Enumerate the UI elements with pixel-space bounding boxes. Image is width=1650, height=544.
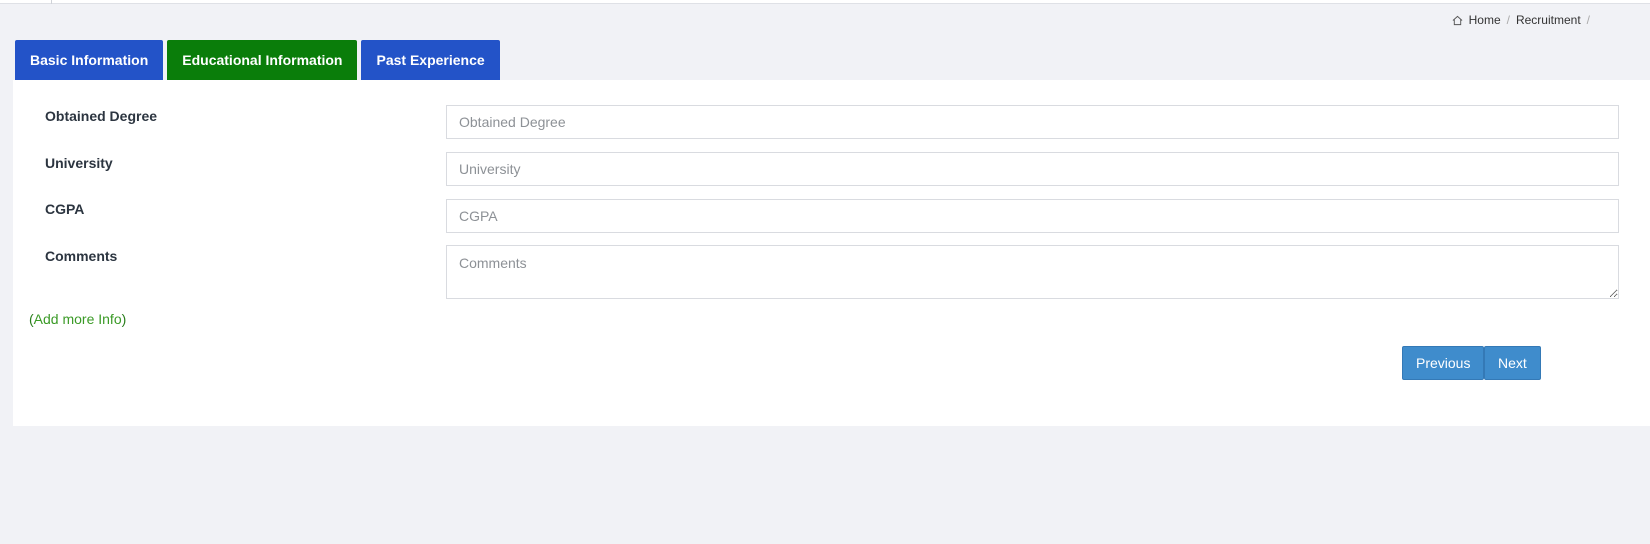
breadcrumb-separator: / [1506,13,1510,27]
university-input[interactable] [446,152,1619,186]
obtained-degree-input[interactable] [446,105,1619,139]
add-more-info-link[interactable]: Add more Info [34,311,122,327]
breadcrumb-home[interactable]: Home [1469,13,1501,27]
breadcrumb: Home / Recruitment / [1452,13,1590,27]
educational-information-panel: Obtained Degree University CGPA Comments… [13,80,1650,426]
cgpa-input[interactable] [446,199,1619,233]
tab-past-experience[interactable]: Past Experience [361,40,500,80]
form-tabs: Basic Information Educational Informatio… [15,40,500,80]
breadcrumb-recruitment[interactable]: Recruitment [1516,13,1581,27]
breadcrumb-separator: / [1586,13,1590,27]
add-more-close-paren: ) [121,311,127,327]
next-button[interactable]: Next [1484,346,1541,380]
obtained-degree-label: Obtained Degree [45,108,158,124]
previous-button[interactable]: Previous [1402,346,1485,380]
tab-basic-information[interactable]: Basic Information [15,40,164,80]
comments-textarea[interactable] [446,245,1619,299]
top-bar-divider [51,0,52,4]
cgpa-label: CGPA [45,201,85,217]
university-label: University [45,155,113,171]
home-icon [1452,15,1462,25]
comments-label: Comments [45,248,118,264]
top-bar [0,0,1650,4]
add-more-info: (Add more Info) [29,311,126,327]
tab-educational-information[interactable]: Educational Information [167,40,358,80]
